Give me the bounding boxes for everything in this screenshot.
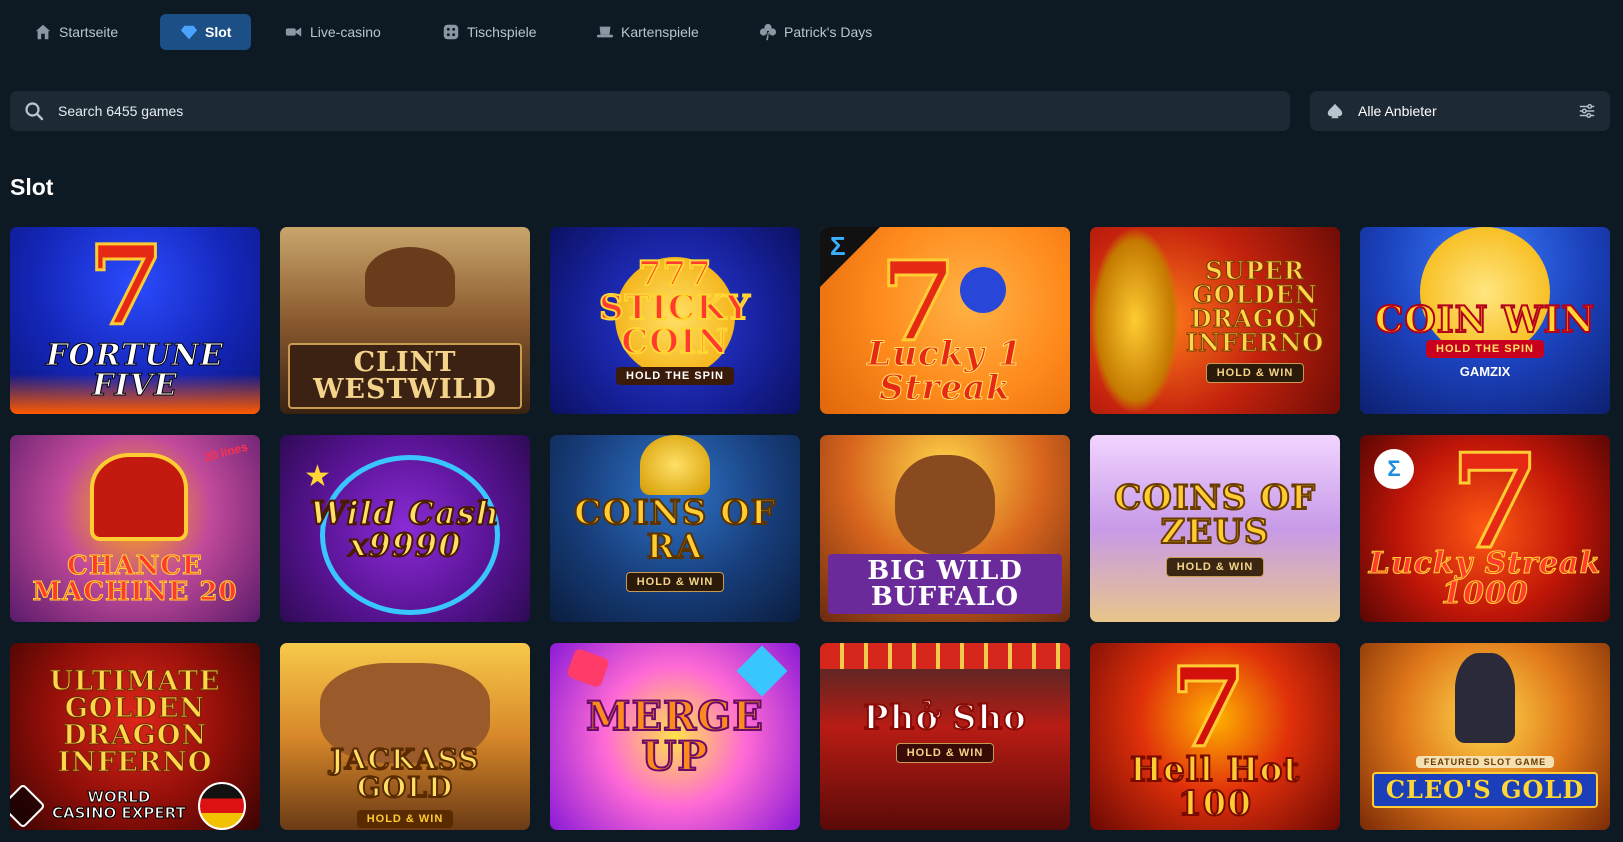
wce-line-2: CASINO EXPERT: [52, 804, 187, 822]
card-hat-icon: [596, 26, 614, 38]
provider-logo-icon: Σ: [830, 231, 846, 261]
wce-logo-icon: [10, 783, 46, 829]
clover-icon: [759, 23, 777, 41]
game-tile-cleos-gold[interactable]: FEATURED SLOT GAME Cleo's Gold: [1360, 643, 1610, 830]
berry-decoration: [960, 267, 1006, 313]
game-subtitle: FEATURED SLOT GAME: [1415, 755, 1555, 768]
gem-decoration: [736, 645, 788, 697]
seven-decoration: 7: [87, 227, 167, 352]
home-icon: [35, 24, 51, 40]
game-title: Fortune Five: [46, 337, 224, 403]
world-casino-expert-watermark: WORLD CASINO EXPERT: [10, 782, 246, 830]
spade-icon: [1327, 103, 1343, 119]
game-tile-wild-cash[interactable]: ★ Wild Cash x9990: [280, 435, 530, 622]
game-tile-lucky-streak-1000[interactable]: Σ 7 Lucky Streak 1000: [1360, 435, 1610, 622]
game-title: Coins of Ra: [573, 492, 776, 567]
game-tile-super-golden-dragon-inferno[interactable]: Super Golden Dragon Inferno HOLD & WIN: [1090, 227, 1340, 414]
game-title: 777 Sticky Coin: [598, 253, 751, 362]
search-bar[interactable]: [10, 91, 1290, 131]
game-title: Big Wild Buffalo: [828, 553, 1062, 614]
game-title: Hell Hot 100: [1129, 749, 1300, 824]
search-icon: [25, 102, 44, 121]
game-tile-big-wild-buffalo[interactable]: Big Wild Buffalo: [820, 435, 1070, 622]
game-subtitle: HOLD & WIN: [895, 742, 995, 763]
nav-item-live-casino[interactable]: Live-casino: [277, 14, 389, 50]
nav-label: Startseite: [59, 24, 119, 40]
game-title: Cleo's Gold: [1371, 771, 1599, 808]
top-navigation: Startseite Slot Live-casino Tischspiele …: [0, 0, 1623, 66]
game-title: Lucky 1 Streak: [867, 333, 1023, 408]
game-tile-hell-hot-100[interactable]: 7 Hell Hot 100: [1090, 643, 1340, 830]
game-subtitle: HOLD & WIN: [356, 809, 454, 828]
game-tile-chance-machine-20[interactable]: 20 lines Chance machine 20: [10, 435, 260, 622]
game-title: Coin Win: [1374, 299, 1596, 341]
germany-flag-icon: [197, 782, 246, 830]
cleopatra-decoration: [1455, 653, 1515, 743]
game-subtitle: HOLD THE SPIN: [616, 366, 734, 385]
search-input[interactable]: [56, 102, 1060, 120]
nav-label: Tischspiele: [467, 24, 537, 40]
nav-item-patricks-days[interactable]: Patrick's Days: [751, 14, 880, 50]
game-tile-fortune-five[interactable]: 7 Fortune Five: [10, 227, 260, 414]
nav-item-startseite[interactable]: Startseite: [26, 14, 126, 50]
game-title: Chance machine 20: [32, 550, 238, 607]
camera-icon: [285, 27, 302, 37]
buffalo-decoration: [895, 455, 995, 555]
game-tile-jackass-gold[interactable]: Jackass Gold HOLD & WIN: [280, 643, 530, 830]
nav-label: Slot: [205, 24, 232, 40]
provider-label: GAMZIX: [1459, 364, 1511, 379]
crown-decoration: [90, 453, 188, 541]
game-subtitle: HOLD & WIN: [625, 571, 725, 592]
sliders-icon[interactable]: [1578, 102, 1596, 120]
section-title: Slot: [10, 174, 54, 200]
diamond-icon: [180, 25, 198, 40]
game-tile-clint-westwild[interactable]: Clint Westwild: [280, 227, 530, 414]
nav-item-tischspiele[interactable]: Tischspiele: [434, 14, 545, 50]
game-subtitle: HOLD & WIN: [1165, 556, 1265, 577]
game-title: Phở Sho: [862, 697, 1027, 738]
game-grid: 7 Fortune Five Clint Westwild 777 Sticky…: [10, 227, 1610, 830]
game-title: Super Golden Dragon Inferno: [1185, 255, 1325, 357]
lines-badge: 20 lines: [202, 439, 250, 465]
star-icon: ★: [304, 460, 331, 493]
provider-filter-dropdown[interactable]: Alle Anbieter: [1310, 91, 1610, 131]
nav-label: Kartenspiele: [621, 24, 699, 40]
game-title: Lucky Streak 1000: [1368, 545, 1602, 611]
game-title: Wild Cash x9990: [309, 493, 500, 564]
nav-item-slot[interactable]: Slot: [160, 14, 252, 50]
game-subtitle: HOLD & WIN: [1205, 362, 1305, 383]
game-tile-coins-of-ra[interactable]: Coins of Ra HOLD & WIN: [550, 435, 800, 622]
game-tile-coin-win[interactable]: Coin Win HOLD THE SPIN GAMZIX: [1360, 227, 1610, 414]
nav-item-kartenspiele[interactable]: Kartenspiele: [588, 14, 707, 50]
provider-filter-label: Alle Anbieter: [1358, 103, 1437, 119]
game-tile-sticky-coin[interactable]: 777 Sticky Coin HOLD THE SPIN: [550, 227, 800, 414]
provider-badge: Σ: [820, 227, 880, 287]
dragon-decoration: [1090, 227, 1180, 414]
game-tile-ultimate-golden-dragon-inferno[interactable]: Ultimate Golden Dragon Inferno WORLD CAS…: [10, 643, 260, 830]
game-title: Clint Westwild: [288, 342, 522, 409]
game-title: Coins of Zeus: [1113, 477, 1316, 552]
game-tile-lucky-1-streak[interactable]: Σ 7 Lucky 1 Streak: [820, 227, 1070, 414]
game-tile-merge-up[interactable]: Merge Up: [550, 643, 800, 830]
provider-logo-icon: Σ: [1387, 456, 1401, 481]
game-tile-pho-sho[interactable]: Phở Sho HOLD & WIN: [820, 643, 1070, 830]
game-tile-coins-of-zeus[interactable]: Coins of Zeus HOLD & WIN: [1090, 435, 1340, 622]
gem-decoration: [565, 647, 611, 689]
nav-label: Live-casino: [310, 24, 381, 40]
game-title: Jackass Gold: [329, 742, 480, 804]
lantern-decoration: [820, 643, 1070, 669]
nav-label: Patrick's Days: [784, 24, 873, 40]
provider-badge: Σ: [1374, 449, 1414, 489]
game-subtitle: HOLD THE SPIN: [1426, 340, 1544, 358]
cowboy-hat-decoration: [365, 247, 455, 307]
wce-text: WORLD CASINO EXPERT: [52, 789, 187, 822]
pharaoh-decoration: [640, 435, 710, 495]
game-title: Ultimate Golden Dragon Inferno: [49, 665, 221, 778]
dice-icon: [443, 24, 459, 40]
game-title: Merge Up: [585, 692, 764, 780]
